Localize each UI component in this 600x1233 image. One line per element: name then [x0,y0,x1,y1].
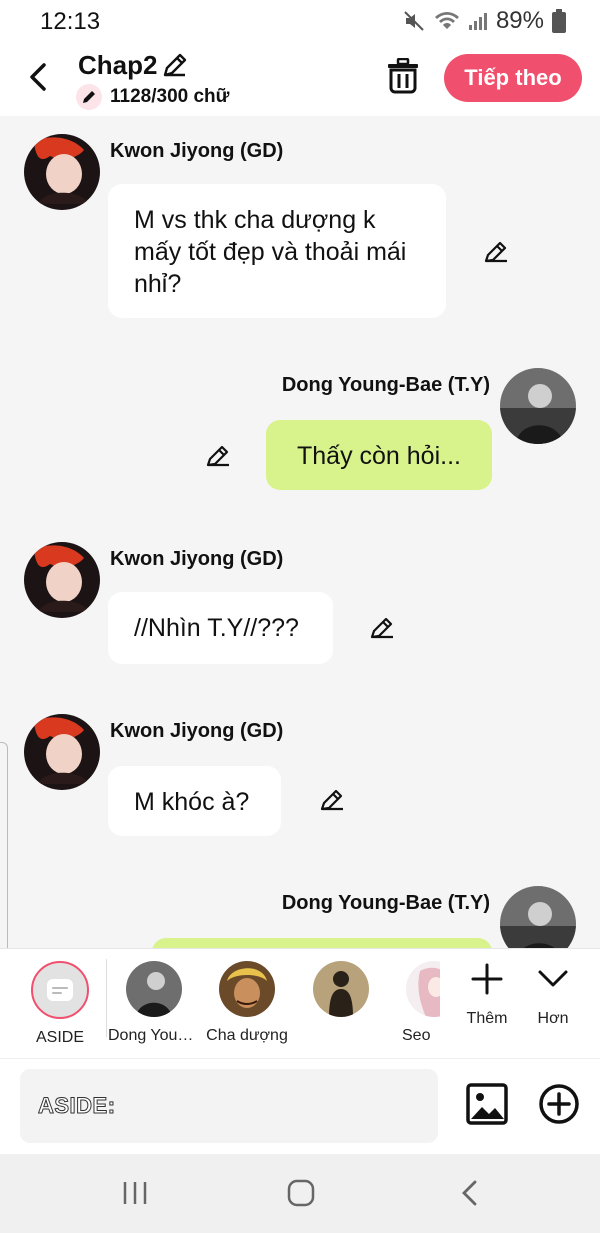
avatar-kwon-jiyong[interactable] [24,134,100,210]
word-count: 1128/300 chữ [76,84,229,110]
scroll-handle[interactable] [0,742,8,948]
signal-icon [468,13,487,30]
mute-icon [404,11,424,31]
add-character-button[interactable]: Thêm [452,959,522,1028]
back-arrow-icon[interactable] [22,60,56,94]
home-icon[interactable] [286,1178,316,1208]
character-avatar [313,961,369,1017]
app-screen: 12:13 89% Chap2 1128/300 chữ Tiếp theo K… [0,0,600,1233]
add-circle-icon[interactable] [538,1083,580,1125]
battery-icon [552,9,566,33]
chat-area[interactable]: Kwon Jiyong (GD) M vs thk cha dượng k mấ… [0,116,600,948]
plus-icon [471,963,503,995]
message-bubble[interactable] [152,938,492,948]
character-label: Seo [402,1027,431,1044]
character-avatar [219,961,275,1017]
pencil-badge-icon [76,84,102,110]
character-dong-young-bae[interactable]: Dong Young-Bae (T.Y) [108,961,200,1045]
character-label: ASIDE [35,1029,84,1046]
edit-message-pencil-icon[interactable] [482,238,510,266]
character-seo[interactable]: Seo [388,961,440,1045]
character-silhouette[interactable] [295,961,387,1027]
system-navigation-bar [0,1154,600,1233]
message-bubble[interactable]: M vs thk cha dượng k mấy tốt đẹp và thoả… [108,184,446,318]
character-selector: ASIDE Dong Young-Bae (T.Y) Cha dượng S [0,948,600,1058]
avatar-kwon-jiyong[interactable] [24,714,100,790]
recent-apps-icon[interactable] [120,1178,150,1208]
avatar-dong-young-bae[interactable] [500,886,576,948]
status-time: 12:13 [40,8,101,35]
word-count-text: 1128/300 chữ [110,86,230,107]
message-sender-name: Kwon Jiyong (GD) [110,720,284,742]
avatar-dong-young-bae[interactable] [500,368,576,444]
character-avatar [406,961,440,1017]
character-avatar [126,961,182,1017]
message-bubble[interactable]: Thấy còn hỏi... [266,420,492,490]
chevron-down-icon [538,970,568,987]
message-sender-name: Dong Young-Bae (T.Y) [281,892,490,914]
aside-icon [31,961,89,1019]
message-sender-name: Kwon Jiyong (GD) [110,548,284,570]
divider [106,959,107,1037]
character-label: Cha dượng [206,1027,288,1044]
battery-percent: 89% [495,7,544,34]
edit-message-pencil-icon[interactable] [318,786,346,814]
status-bar: 12:13 89% [0,0,600,44]
edit-message-pencil-icon[interactable] [368,614,396,642]
character-cha-duong[interactable]: Cha dượng [201,961,293,1045]
more-characters-label: Hơn [537,1010,569,1027]
wifi-icon [434,12,459,29]
character-aside[interactable]: ASIDE [14,961,106,1047]
character-label: Dong Young-Bae (T.Y) [108,1027,200,1044]
status-icons: 89% [402,6,566,36]
top-app-bar: Chap2 1128/300 chữ Tiếp theo [0,44,600,116]
edit-message-pencil-icon[interactable] [204,442,232,470]
message-sender-name: Kwon Jiyong (GD) [110,140,284,162]
message-bubble[interactable]: M khóc à? [108,766,281,836]
message-bubble[interactable]: //Nhìn T.Y//??? [108,592,333,664]
nav-back-icon[interactable] [456,1178,484,1208]
message-sender-name: Dong Young-Bae (T.Y) [281,374,490,396]
chapter-title[interactable]: Chap2 [78,50,157,81]
edit-title-pencil-icon[interactable] [160,50,190,80]
trash-icon[interactable] [386,58,420,94]
compose-bar [0,1058,600,1154]
message-input[interactable] [20,1069,438,1143]
image-icon[interactable] [466,1083,508,1125]
more-characters-button[interactable]: Hơn [518,959,588,1028]
add-character-label: Thêm [466,1010,508,1027]
next-button[interactable]: Tiếp theo [444,54,582,102]
avatar-kwon-jiyong[interactable] [24,542,100,618]
